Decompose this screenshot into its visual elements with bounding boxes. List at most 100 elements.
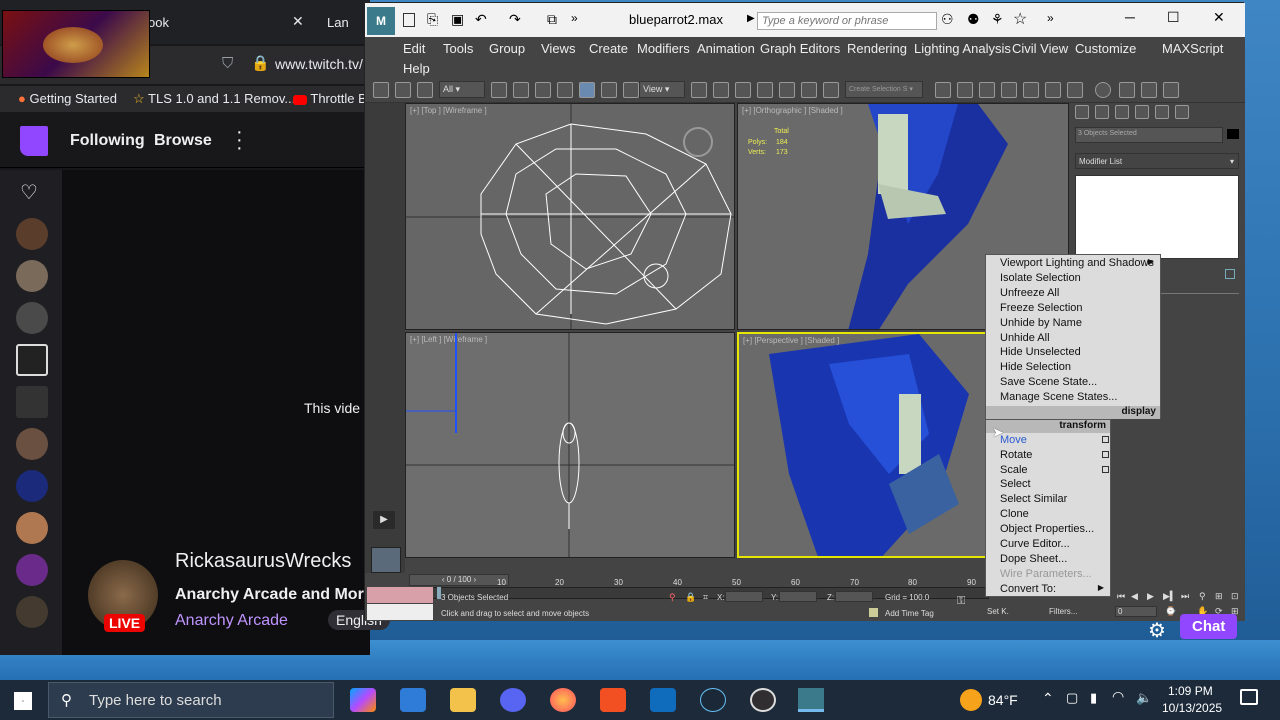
key-icon[interactable]: ⚿ bbox=[957, 595, 965, 608]
more-icon[interactable]: · · · bbox=[236, 122, 243, 158]
time-config-icon[interactable]: ⌚ bbox=[1165, 606, 1176, 617]
viewport-layout-icon[interactable] bbox=[371, 547, 401, 573]
menu-item-isolate-selection[interactable]: Isolate Selection bbox=[1000, 272, 1081, 284]
menu-item-curve-editor[interactable]: Curve Editor... bbox=[1000, 538, 1070, 550]
menu-modifiers[interactable]: Modifiers bbox=[637, 41, 690, 56]
wifi-icon[interactable]: ◠ bbox=[1112, 688, 1124, 705]
menu-item-viewport-lighting[interactable]: Viewport Lighting and Shadows bbox=[1000, 257, 1154, 269]
notification-icon[interactable] bbox=[1240, 689, 1258, 705]
redo-icon[interactable]: ↷ bbox=[509, 11, 521, 28]
nav-browse[interactable]: Browse bbox=[154, 132, 212, 150]
snap-icon[interactable] bbox=[735, 82, 751, 98]
weather-sun-icon[interactable] bbox=[960, 689, 982, 711]
edit-named-sel-icon[interactable] bbox=[823, 82, 839, 98]
network-icon[interactable]: ▢ bbox=[1066, 690, 1078, 706]
maximize-icon[interactable]: ☐ bbox=[1167, 9, 1180, 26]
filters-button[interactable]: Filters... bbox=[1049, 607, 1077, 616]
play-arrow-icon[interactable]: ▶ bbox=[747, 13, 755, 24]
url-text[interactable]: www.twitch.tv/ bbox=[275, 56, 363, 72]
current-frame-field[interactable]: 0 bbox=[1115, 606, 1157, 617]
minimize-icon[interactable]: ─ bbox=[1125, 9, 1135, 25]
menu-help[interactable]: Help bbox=[403, 61, 430, 76]
channel-avatar[interactable] bbox=[16, 302, 48, 334]
channel-avatar[interactable] bbox=[16, 344, 48, 376]
people-icon[interactable]: ⚉ bbox=[967, 11, 980, 28]
ribbon-icon[interactable] bbox=[1023, 82, 1039, 98]
weather-temp[interactable]: 84°F bbox=[988, 692, 1018, 708]
menu-item-unhide-all[interactable]: Unhide All bbox=[1000, 332, 1050, 344]
menu-lighting-analysis[interactable]: Lighting Analysis bbox=[914, 41, 1011, 56]
object-color-swatch[interactable] bbox=[1227, 129, 1239, 139]
rendered-frame-icon[interactable] bbox=[1141, 82, 1157, 98]
y-coord-field[interactable] bbox=[779, 591, 817, 602]
channel-avatar[interactable] bbox=[16, 218, 48, 250]
select-manipulate-icon[interactable] bbox=[713, 82, 729, 98]
open-file-icon[interactable]: ⎘ bbox=[427, 11, 438, 28]
menu-create[interactable]: Create bbox=[589, 41, 628, 56]
x-coord-field[interactable] bbox=[725, 591, 763, 602]
keyword-search-input[interactable] bbox=[757, 12, 937, 30]
layer-explorer-icon[interactable] bbox=[1001, 82, 1017, 98]
channel-avatar[interactable] bbox=[16, 428, 48, 460]
settings-box-icon[interactable] bbox=[1102, 451, 1109, 458]
close-icon[interactable]: ✕ bbox=[1213, 9, 1225, 26]
undo-icon[interactable]: ↶ bbox=[475, 11, 487, 28]
heart-icon[interactable]: ♡ bbox=[20, 180, 38, 205]
viewport-top[interactable]: [+] [Top ] [Wireframe ] bbox=[405, 103, 735, 330]
create-tab-icon[interactable] bbox=[1075, 105, 1089, 119]
max-app-icon[interactable]: M bbox=[367, 7, 395, 35]
bookmark-tls[interactable]: ☆ TLS 1.0 and 1.1 Remov... bbox=[133, 91, 295, 107]
time-tag-icon[interactable] bbox=[869, 608, 878, 617]
tab-label-facebook[interactable]: ook bbox=[148, 8, 169, 38]
twitch-logo-icon[interactable] bbox=[20, 126, 48, 156]
spinner-snap-icon[interactable] bbox=[801, 82, 817, 98]
volume-icon[interactable]: 🔈 bbox=[1136, 690, 1152, 706]
shield-icon[interactable]: ⛉ bbox=[222, 55, 233, 72]
file-manager-icon[interactable] bbox=[400, 688, 426, 712]
menu-views[interactable]: Views bbox=[541, 41, 575, 56]
modifier-stack[interactable] bbox=[1075, 175, 1239, 259]
taskbar-search-box[interactable]: ⚲ Type here to search bbox=[48, 682, 334, 718]
menu-customize[interactable]: Customize bbox=[1075, 41, 1136, 56]
selection-filter-dropdown[interactable]: All ▾ bbox=[439, 81, 485, 98]
clock-time[interactable]: 1:09 PM bbox=[1168, 684, 1213, 698]
menu-item-unfreeze-all[interactable]: Unfreeze All bbox=[1000, 287, 1059, 299]
align-icon[interactable] bbox=[957, 82, 973, 98]
bind-spacewarp-icon[interactable] bbox=[417, 82, 433, 98]
isolate-toggle-icon[interactable]: ⚲ bbox=[669, 592, 676, 603]
zoom-all-icon[interactable]: ⊞ bbox=[1215, 591, 1223, 602]
menu-item-clone[interactable]: Clone bbox=[1000, 508, 1029, 520]
link-icon[interactable] bbox=[373, 82, 389, 98]
channel-avatar[interactable] bbox=[16, 512, 48, 544]
percent-snap-icon[interactable] bbox=[779, 82, 795, 98]
binoculars-icon[interactable]: ⚇ bbox=[941, 11, 954, 28]
settings-box-icon[interactable] bbox=[1102, 436, 1109, 443]
angle-snap-icon[interactable] bbox=[757, 82, 773, 98]
channel-avatar[interactable] bbox=[16, 260, 48, 292]
save-icon[interactable]: ▣ bbox=[451, 11, 464, 28]
goto-start-icon[interactable]: ⏮ bbox=[1117, 591, 1125, 602]
obs-icon[interactable] bbox=[750, 688, 776, 712]
named-selection-dropdown[interactable]: Create Selection S ▾ bbox=[845, 81, 923, 98]
motion-tab-icon[interactable] bbox=[1135, 105, 1149, 119]
menu-item-move[interactable]: Move bbox=[1000, 434, 1027, 446]
window-crossing-icon[interactable] bbox=[557, 82, 573, 98]
copilot-icon[interactable] bbox=[350, 688, 376, 712]
render-setup-icon[interactable] bbox=[1119, 82, 1135, 98]
firefox-taskbar-icon[interactable] bbox=[550, 688, 576, 712]
bookmark-throttle[interactable]: Throttle B bbox=[293, 91, 367, 106]
maxscript-listener-2[interactable] bbox=[367, 604, 433, 620]
reference-coord-dropdown[interactable]: View ▾ bbox=[639, 81, 685, 98]
set-key-button[interactable]: Set K. bbox=[987, 607, 1009, 616]
channel-avatar[interactable] bbox=[16, 596, 48, 628]
render-production-icon[interactable] bbox=[1163, 82, 1179, 98]
clock-date[interactable]: 10/13/2025 bbox=[1162, 701, 1222, 715]
menu-item-object-properties[interactable]: Object Properties... bbox=[1000, 523, 1094, 535]
close-tab-icon[interactable]: ✕ bbox=[292, 13, 304, 30]
play-animation-icon[interactable]: ▶ bbox=[1147, 591, 1154, 602]
favorite-star-icon[interactable]: ☆ bbox=[1013, 9, 1027, 29]
menu-item-save-scene-state[interactable]: Save Scene State... bbox=[1000, 376, 1097, 388]
project-icon[interactable]: ⧉ bbox=[547, 11, 557, 28]
channel-avatar[interactable] bbox=[16, 470, 48, 502]
next-frame-icon[interactable]: ▶▍ bbox=[1163, 591, 1177, 602]
